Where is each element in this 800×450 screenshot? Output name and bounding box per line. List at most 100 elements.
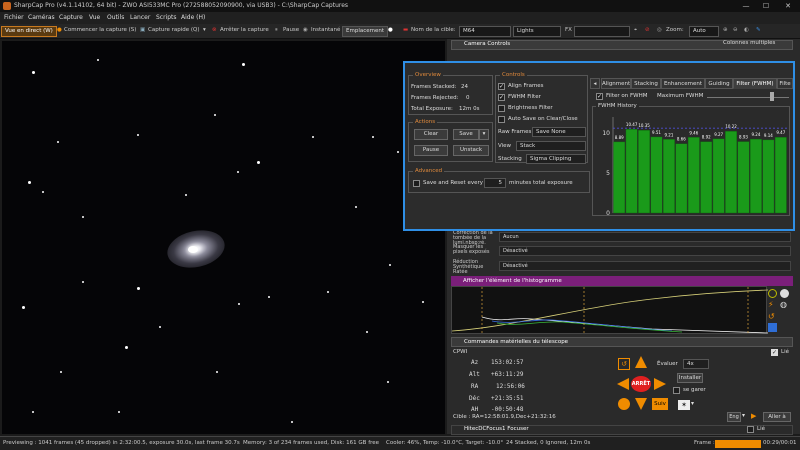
- zoom-in-icon[interactable]: ⊕: [723, 27, 728, 33]
- stop-slew-button[interactable]: ARRÊT: [631, 376, 651, 392]
- goto-arrow-icon: ▶: [751, 412, 757, 420]
- park-icon[interactable]: ↺: [618, 358, 630, 370]
- home-icon[interactable]: [618, 398, 630, 410]
- tab-alignment[interactable]: Alignment: [601, 78, 631, 89]
- tab-scroll-left-icon[interactable]: ◂: [590, 78, 600, 89]
- flat-correction-select[interactable]: Aucun: [499, 232, 791, 242]
- paint-icon[interactable]: ✎: [756, 27, 761, 33]
- histogram-contrast-icon[interactable]: [780, 289, 789, 298]
- save-reset-checkbox[interactable]: [413, 180, 420, 187]
- reticle-icon[interactable]: ⌖: [634, 27, 637, 34]
- follow-button[interactable]: Suiv: [652, 398, 668, 410]
- eng-button[interactable]: Eng: [727, 412, 741, 422]
- histogram-zoom-icon[interactable]: [768, 289, 777, 298]
- alt-value: +63:11:29: [491, 371, 524, 378]
- west-arrow-icon[interactable]: [617, 378, 629, 390]
- autosave-checkbox[interactable]: [498, 116, 505, 123]
- tab-guiding[interactable]: Guiding: [705, 78, 733, 89]
- park-checkbox[interactable]: [673, 387, 680, 394]
- filter-on-fwhm-checkbox[interactable]: ✓: [596, 93, 603, 100]
- star-dropdown-icon[interactable]: ▾: [691, 400, 694, 407]
- focus-icon[interactable]: ◎: [657, 27, 662, 33]
- reticle-off-icon[interactable]: ⊘: [645, 27, 650, 33]
- focuser-connected-checkbox[interactable]: [747, 426, 754, 433]
- histogram-header[interactable]: Afficher l'élément de l'histogramme: [451, 276, 793, 286]
- close-button[interactable]: ✕: [778, 1, 798, 11]
- tab-stacking[interactable]: Stacking: [631, 78, 661, 89]
- south-arrow-icon[interactable]: [635, 398, 647, 410]
- menu-scripts[interactable]: Scripts: [156, 14, 177, 21]
- fwhm-bar: [725, 131, 737, 214]
- eng-dropdown-icon[interactable]: ▾: [742, 412, 750, 422]
- save-dropdown-icon[interactable]: ▾: [479, 129, 489, 140]
- menu-outils[interactable]: Outils: [107, 14, 124, 21]
- clear-button[interactable]: Clear: [414, 129, 448, 140]
- tab-filter-brightness[interactable]: Filte: [777, 78, 793, 89]
- rate-select[interactable]: 4x: [683, 359, 709, 369]
- view-icon[interactable]: ◐: [744, 27, 749, 33]
- title-bar: SharpCap Pro (v4.1.14102, 64 bit) - ZWO …: [0, 0, 800, 12]
- telescope-controls-header[interactable]: Commandes matérielles du télescope: [451, 337, 793, 347]
- zoom-select[interactable]: Auto: [689, 26, 719, 37]
- view-select[interactable]: Stack: [516, 141, 586, 151]
- tab-filter-fwhm[interactable]: Filter (FWHM): [733, 78, 777, 89]
- histogram-bulb-icon[interactable]: ◍: [780, 300, 789, 309]
- menu-lancer[interactable]: Lancer: [130, 14, 150, 21]
- stacked-status: 24 Stacked, 0 Ignored, 12m 0s: [506, 440, 591, 446]
- menu-cameras[interactable]: Caméras: [28, 14, 55, 21]
- unstack-button[interactable]: Unstack: [453, 145, 489, 156]
- fwhm-filter-checkbox[interactable]: ✓: [498, 94, 505, 101]
- histogram-reset-icon[interactable]: ↺: [768, 312, 777, 321]
- overview-title: Overview: [413, 72, 443, 78]
- histogram-display[interactable]: [451, 286, 768, 335]
- quick-capture-button[interactable]: Capture rapide (Q): [148, 27, 200, 33]
- controls-group: Controls ✓ Align Frames ✓ FWHM Filter Br…: [495, 72, 588, 164]
- maximize-button[interactable]: ☐: [756, 1, 776, 11]
- pause-button[interactable]: Pause: [283, 27, 299, 33]
- fwhm-bar-label: 8.89: [615, 135, 624, 140]
- histogram-save-icon[interactable]: [768, 323, 777, 332]
- start-capture-button[interactable]: Commencer la capture (S): [64, 27, 136, 33]
- menu-fichier[interactable]: Fichier: [4, 14, 24, 21]
- max-fwhm-slider-thumb[interactable]: [770, 92, 774, 101]
- save-reset-minutes-input[interactable]: 5: [484, 178, 506, 188]
- hide-exposed-pixels-select[interactable]: Désactivé: [499, 246, 791, 256]
- menu-capture[interactable]: Capture: [59, 14, 83, 21]
- ah-value: -00:50:48: [491, 406, 524, 413]
- goto-button[interactable]: Aller à: [763, 412, 791, 422]
- view-label: View: [498, 143, 512, 149]
- star-icon[interactable]: ✶: [678, 400, 690, 410]
- fx-select[interactable]: [574, 26, 630, 37]
- live-image-view[interactable]: [2, 41, 445, 434]
- brightness-filter-checkbox[interactable]: [498, 105, 505, 112]
- menu-aide[interactable]: Aide (H): [181, 14, 205, 21]
- synthetic-reduction-select[interactable]: Désactivé: [499, 261, 791, 271]
- frame-type-select[interactable]: Lights: [513, 26, 561, 37]
- zoom-out-icon[interactable]: ⊖: [733, 27, 738, 33]
- save-button[interactable]: Save: [453, 129, 479, 140]
- histogram-stretch-icon[interactable]: ⚡: [768, 300, 777, 309]
- align-frames-checkbox[interactable]: ✓: [498, 83, 505, 90]
- menu-vue[interactable]: Vue: [89, 14, 100, 21]
- focuser-header[interactable]: HitecDCFocus1 Focuser: [451, 425, 793, 435]
- east-arrow-icon[interactable]: [654, 378, 666, 390]
- install-button[interactable]: Installer: [677, 373, 703, 383]
- minimize-button[interactable]: —: [736, 1, 756, 11]
- pause-stack-button[interactable]: Pause: [414, 145, 448, 156]
- snapshot-button[interactable]: Instantané: [311, 27, 340, 33]
- fwhm-bar-label: 8.92: [702, 135, 711, 140]
- tab-enhancement[interactable]: Enhancement: [661, 78, 705, 89]
- max-fwhm-slider-track[interactable]: [707, 97, 789, 98]
- quick-capture-dropdown-icon[interactable]: ▾: [203, 27, 206, 33]
- north-arrow-icon[interactable]: [635, 356, 647, 368]
- mount-connected-checkbox[interactable]: ✓: [771, 349, 778, 356]
- stop-capture-button[interactable]: Arrêter la capture: [220, 27, 269, 33]
- raw-frames-select[interactable]: Save None: [532, 127, 586, 137]
- location-button[interactable]: Emplacement: [342, 26, 389, 37]
- multiple-columns-toggle[interactable]: Colonnes multiples: [723, 40, 775, 46]
- stacking-select[interactable]: Sigma Clipping: [526, 154, 586, 164]
- live-view-button[interactable]: Vue en direct (W): [1, 26, 57, 37]
- fwhm-bar-label: 10.47: [626, 122, 638, 127]
- frames-stacked-label: Frames Stacked:: [411, 84, 457, 90]
- target-name-input[interactable]: M64: [459, 26, 511, 37]
